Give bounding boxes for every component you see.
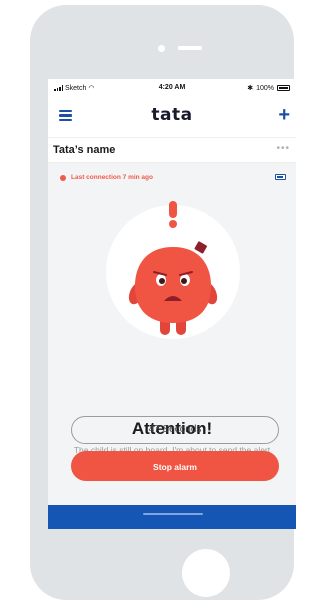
sad-mascot-icon [128,201,218,335]
home-button[interactable] [182,549,230,597]
connection-label: Last connection 7 min ago [71,174,153,181]
status-dot-icon [60,174,66,181]
child-name: Tata’s name [53,144,116,156]
status-battery-icon [277,85,290,91]
nav-bar: tata + [48,99,296,135]
connection-status: Last connection 7 min ago [60,174,153,181]
battery-percent: 100% [256,84,274,92]
more-options-icon[interactable]: ••• [276,143,290,154]
earpiece-speaker [178,46,202,50]
profile-row[interactable]: Tata’s name ••• [48,137,296,163]
bottom-sheet[interactable] [48,505,296,529]
app-logo: tata [151,105,193,125]
device-battery-icon [275,174,286,180]
plus-icon[interactable]: + [278,105,290,125]
status-bar: Sketch ◠ 4:20 AM ✱ 100% [48,79,296,97]
countdown-timer: 47 Seconds [71,416,279,444]
bluetooth-icon: ✱ [247,85,254,92]
drag-handle[interactable] [143,513,203,515]
front-camera [158,45,165,52]
stop-alarm-button[interactable]: Stop alarm [71,451,279,481]
